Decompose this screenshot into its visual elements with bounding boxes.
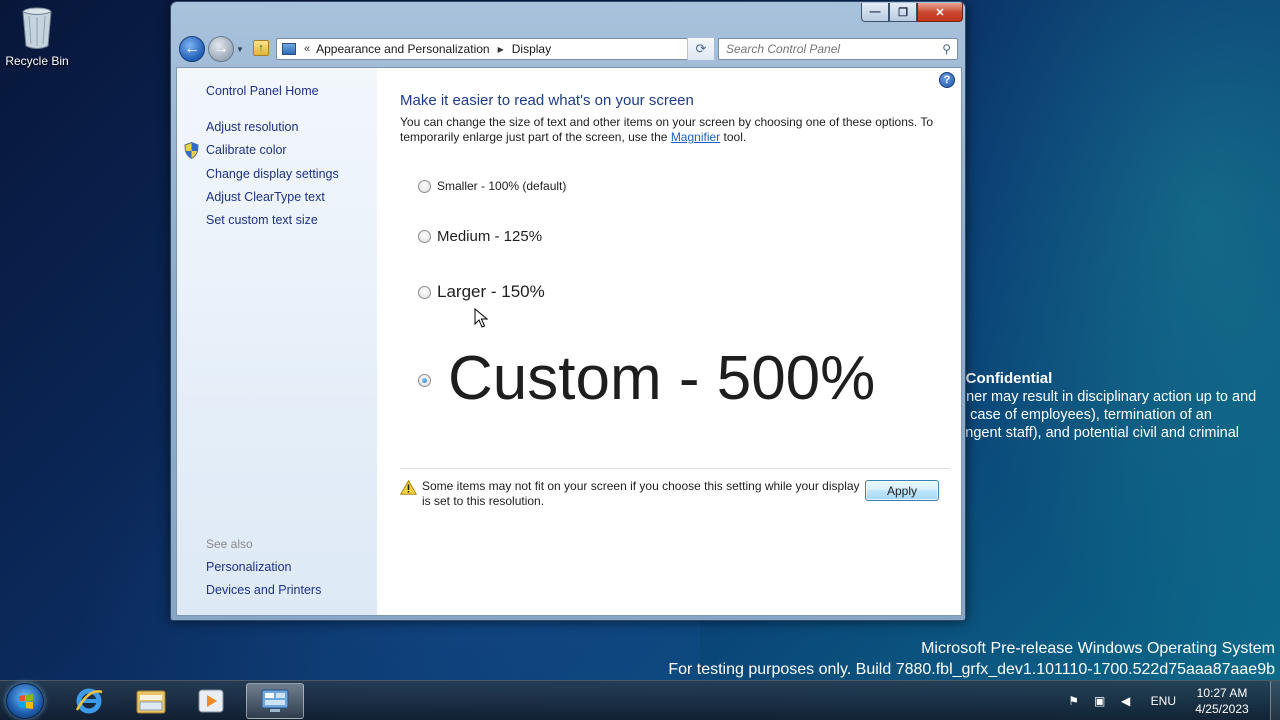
recycle-bin-icon <box>21 6 53 50</box>
option-larger[interactable]: Larger - 150% <box>418 282 545 302</box>
confidential-line: tingent staff), and potential civil and … <box>958 425 1240 441</box>
build-watermark-line2: For testing purposes only. Build 7880.fb… <box>668 661 1275 678</box>
windows-logo-icon <box>19 694 33 709</box>
option-larger-label[interactable]: Larger - 150% <box>437 282 545 302</box>
page-description: You can change the size of text and othe… <box>400 115 940 145</box>
set-custom-text-size-link[interactable]: Set custom text size <box>206 213 318 227</box>
taskbar-control-panel[interactable] <box>246 683 304 719</box>
control-panel-home-link[interactable]: Control Panel Home <box>206 84 319 98</box>
clock[interactable]: 10:27 AM 4/25/2023 <box>1190 685 1254 717</box>
content-area: Control Panel Home Adjust resolution Cal… <box>176 67 962 616</box>
up-folder-button[interactable]: ↑ <box>253 40 269 56</box>
warning-text: Some items may not fit on your screen if… <box>422 479 860 508</box>
adjust-cleartype-link[interactable]: Adjust ClearType text <box>206 190 325 204</box>
confidential-line: nner may result in disciplinary action u… <box>958 389 1257 405</box>
breadcrumb-display[interactable]: Display <box>512 42 551 56</box>
internet-explorer-icon <box>75 688 103 714</box>
volume-muted-icon[interactable]: ◀ <box>1118 693 1134 709</box>
maximize-button[interactable]: ❐ <box>889 3 917 22</box>
calibrate-color-link[interactable]: Calibrate color <box>206 143 287 157</box>
radio-larger[interactable] <box>418 285 431 299</box>
control-panel-icon <box>261 689 289 712</box>
option-smaller[interactable]: Smaller - 100% (default) <box>418 179 566 193</box>
close-button[interactable]: ✕ <box>917 3 963 22</box>
devices-and-printers-link[interactable]: Devices and Printers <box>206 583 321 597</box>
control-panel-icon <box>282 43 296 55</box>
change-display-settings-link[interactable]: Change display settings <box>206 167 339 181</box>
folder-icon <box>136 690 166 714</box>
left-pane: Control Panel Home Adjust resolution Cal… <box>177 68 377 615</box>
system-tray: ⚑ ▣ ◀ ENU 10:27 AM 4/25/2023 <box>1061 681 1280 720</box>
breadcrumb-appearance[interactable]: Appearance and Personalization <box>316 42 489 56</box>
refresh-icon: ⟳ <box>695 41 707 56</box>
apply-button[interactable]: Apply <box>865 480 939 501</box>
refresh-button[interactable]: ⟳ <box>687 38 714 60</box>
clock-date: 4/25/2023 <box>1195 702 1249 716</box>
taskbar-explorer[interactable] <box>122 683 180 719</box>
warning-icon <box>400 480 417 495</box>
description-text: You can change the size of text and othe… <box>400 115 934 144</box>
taskbar-internet-explorer[interactable] <box>60 683 118 719</box>
taskbar: ⚑ ▣ ◀ ENU 10:27 AM 4/25/2023 <box>0 680 1280 720</box>
personalization-link[interactable]: Personalization <box>206 560 291 574</box>
forward-arrow-icon: → <box>213 40 229 57</box>
radio-custom[interactable] <box>418 373 431 387</box>
option-custom-label[interactable]: Custom - 500% <box>448 344 875 414</box>
display-window: — ❐ ✕ ← → ▼ ↑ « Appearance and Personali… <box>170 1 966 621</box>
help-icon[interactable]: ? <box>939 72 955 88</box>
option-medium-label[interactable]: Medium - 125% <box>437 228 542 245</box>
mouse-cursor-icon <box>474 308 488 328</box>
confidential-title: Confidential <box>965 370 1053 387</box>
window-controls: — ❐ ✕ <box>861 3 963 22</box>
search-icon[interactable]: ⚲ <box>942 42 951 56</box>
language-indicator[interactable]: ENU <box>1151 694 1176 708</box>
minimize-button[interactable]: — <box>861 3 889 22</box>
search-input[interactable] <box>726 42 926 56</box>
recent-pages-dropdown[interactable]: ▼ <box>236 45 244 54</box>
clock-time: 10:27 AM <box>1196 686 1248 700</box>
network-icon[interactable]: ▣ <box>1092 693 1108 709</box>
description-text-end: tool. <box>720 130 747 144</box>
forward-button[interactable]: → <box>208 36 234 62</box>
page-title: Make it easier to read what's on your sc… <box>400 92 694 109</box>
radio-smaller[interactable] <box>418 179 431 193</box>
shield-icon <box>184 142 199 159</box>
build-watermark-line1: Microsoft Pre-release Windows Operating … <box>921 640 1275 657</box>
magnifier-link[interactable]: Magnifier <box>671 130 720 144</box>
see-also-heading: See also <box>206 537 253 551</box>
confidential-watermark: : Confidential nner may result in discip… <box>958 370 1280 442</box>
breadcrumb-overflow[interactable]: « <box>304 43 310 55</box>
action-center-flag-icon[interactable]: ⚑ <box>1066 693 1082 709</box>
up-arrow-icon: ↑ <box>258 42 264 54</box>
start-button[interactable] <box>6 683 44 719</box>
recycle-bin[interactable]: Recycle Bin <box>2 6 72 68</box>
search-box[interactable]: ⚲ <box>718 38 958 60</box>
media-player-icon <box>198 689 224 713</box>
confidential-line: e case of employees), termination of an <box>958 407 1212 423</box>
back-button[interactable]: ← <box>179 36 205 62</box>
address-bar[interactable]: « Appearance and Personalization ▶ Displ… <box>276 38 714 60</box>
back-arrow-icon: ← <box>184 40 200 57</box>
breadcrumb-separator-icon[interactable]: ▶ <box>498 45 504 54</box>
adjust-resolution-link[interactable]: Adjust resolution <box>206 120 298 134</box>
recycle-bin-label: Recycle Bin <box>5 54 69 68</box>
build-watermark: Microsoft Pre-release Windows Operating … <box>668 638 1275 680</box>
show-desktop-button[interactable] <box>1270 681 1280 720</box>
option-custom[interactable]: Custom - 500% <box>418 344 875 414</box>
radio-medium[interactable] <box>418 230 431 243</box>
option-smaller-label[interactable]: Smaller - 100% (default) <box>437 179 566 193</box>
option-medium[interactable]: Medium - 125% <box>418 228 542 245</box>
divider <box>400 468 950 469</box>
taskbar-media-player[interactable] <box>182 683 240 719</box>
